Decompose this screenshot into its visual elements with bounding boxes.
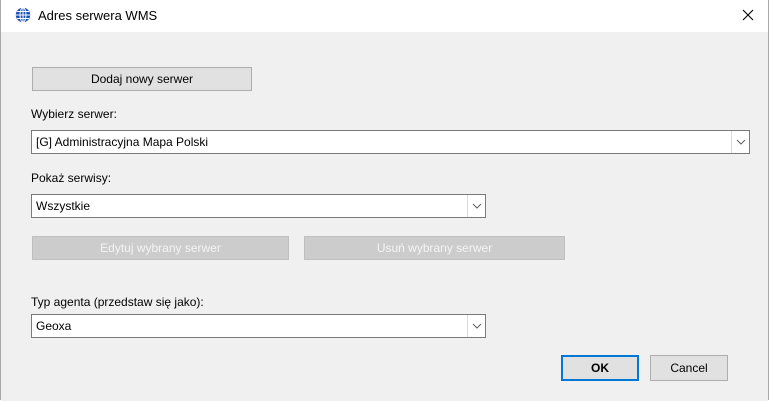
chevron-down-icon[interactable] (731, 131, 749, 153)
window-title: Adres serwera WMS (38, 8, 158, 23)
chevron-down-icon[interactable] (467, 315, 485, 337)
edit-server-button[interactable]: Edytuj wybrany serwer (32, 236, 289, 260)
show-services-label: Pokaż serwisy: (31, 171, 112, 185)
ok-button[interactable]: OK (561, 355, 639, 381)
server-select-value: [G] Administracyjna Mapa Polski (36, 135, 209, 149)
show-services-select[interactable]: Wszystkie (31, 194, 486, 218)
show-services-select-value: Wszystkie (36, 199, 90, 213)
add-server-button[interactable]: Dodaj nowy serwer (32, 67, 252, 91)
dialog-body: Dodaj nowy serwer Wybierz serwer: [G] Ad… (1, 32, 768, 401)
close-button[interactable] (728, 0, 768, 32)
title-bar: Adres serwera WMS (1, 0, 768, 32)
agent-type-select[interactable]: Geoxa (31, 314, 486, 338)
remove-server-button[interactable]: Usuń wybrany serwer (304, 236, 565, 260)
server-label: Wybierz serwer: (31, 107, 117, 121)
wms-server-dialog: Adres serwera WMS Dodaj nowy serwer Wybi… (0, 0, 769, 401)
agent-type-label: Typ agenta (przedstaw się jako): (31, 295, 204, 309)
globe-icon (15, 7, 31, 23)
cancel-button[interactable]: Cancel (650, 355, 728, 381)
agent-type-select-value: Geoxa (36, 319, 72, 333)
server-select[interactable]: [G] Administracyjna Mapa Polski (31, 130, 750, 154)
close-icon (742, 9, 754, 24)
chevron-down-icon[interactable] (467, 195, 485, 217)
